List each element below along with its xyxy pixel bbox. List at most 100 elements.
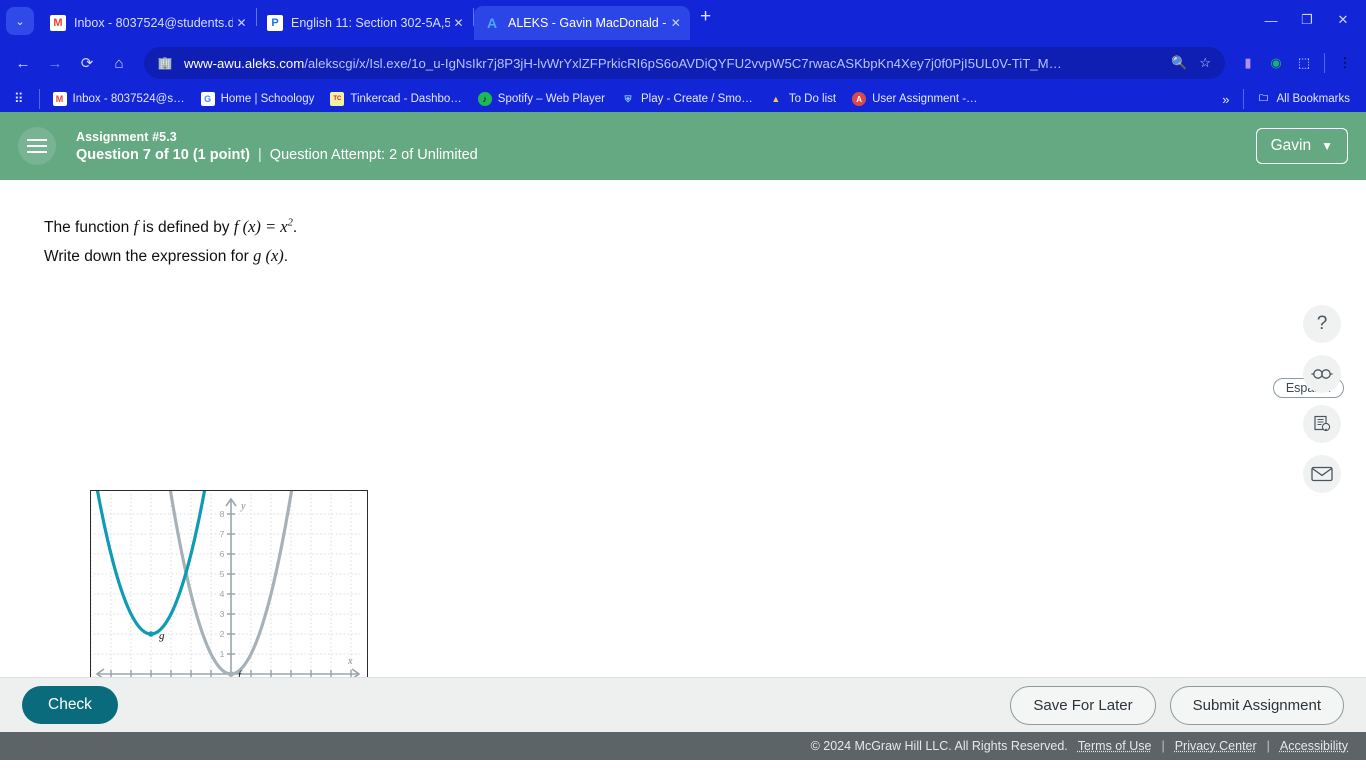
- tool-sidebar: ?: [1303, 305, 1341, 493]
- bookmark-item-5[interactable]: ▲ To Do list: [761, 88, 844, 110]
- all-bookmarks-button[interactable]: 🗀 All Bookmarks: [1249, 88, 1359, 110]
- bookmark-item-6[interactable]: A User Assignment -…: [844, 88, 985, 110]
- tab-title: Inbox - 8037524@students.d3: [74, 16, 233, 30]
- q-text-c: Write down the expression for: [44, 247, 249, 265]
- bookmark-label: To Do list: [788, 93, 837, 105]
- user-name: Gavin: [1270, 137, 1312, 154]
- browser-tab-2-active[interactable]: A ALEKS - Gavin MacDonald - As ✕: [474, 6, 690, 40]
- vertex-marker-f: [228, 671, 234, 677]
- grid-lines: [91, 494, 363, 677]
- envelope-icon-svg: [1311, 466, 1333, 482]
- question-line-1: The function f is defined by f (x) = x2.: [44, 212, 1366, 242]
- bookmark-label: Home | Schoology: [220, 93, 315, 105]
- bookmarks-overflow-icon[interactable]: »: [1214, 92, 1237, 107]
- check-button[interactable]: Check: [22, 686, 118, 724]
- address-bar[interactable]: 🏢 www-awu.aleks.com/alekscgi/x/Isl.exe/1…: [144, 47, 1225, 79]
- window-controls: — ❐ ✕: [1254, 8, 1366, 40]
- question-prompt: The function f is defined by f (x) = x2.…: [0, 180, 1366, 271]
- shield-icon: ⛨: [624, 93, 632, 104]
- privacy-center-link[interactable]: Privacy Center: [1175, 739, 1257, 753]
- bookmark-item-4[interactable]: ⛨ Play - Create / Smo…: [613, 88, 761, 110]
- save-for-later-button[interactable]: Save For Later: [1010, 685, 1156, 725]
- bookmarks-bar: ⠿ M Inbox - 8037524@s… G Home | Schoolog…: [0, 86, 1366, 112]
- chevron-down-icon: ⌄: [15, 15, 25, 28]
- bookmark-label: User Assignment -…: [872, 93, 978, 105]
- browser-toolbar: ← → ⟳ ⌂ 🏢 www-awu.aleks.com/alekscgi/x/I…: [0, 40, 1366, 86]
- minimize-icon[interactable]: —: [1254, 8, 1288, 32]
- bookmark-item-2[interactable]: TC Tinkercad - Dashbo…: [322, 88, 469, 110]
- copyright-text: © 2024 McGraw Hill LLC. All Rights Reser…: [810, 739, 1068, 753]
- close-window-icon[interactable]: ✕: [1326, 8, 1360, 32]
- glasses-review-icon[interactable]: [1303, 355, 1341, 393]
- browser-chrome: ⌄ M Inbox - 8037524@students.d3 ✕ P Engl…: [0, 0, 1366, 112]
- curve-label-g: g: [159, 630, 165, 642]
- q-text-a: The function: [44, 219, 130, 236]
- legal-footer: © 2024 McGraw Hill LLC. All Rights Reser…: [0, 732, 1366, 760]
- svg-text:8: 8: [220, 509, 225, 519]
- q-formula-text: f (x) = x: [233, 217, 288, 236]
- google-icon: G: [200, 92, 215, 106]
- mail-envelope-icon[interactable]: [1303, 455, 1341, 493]
- bookmark-label: Spotify – Web Player: [497, 93, 605, 105]
- bookmark-item-3[interactable]: ♪ Spotify – Web Player: [470, 88, 613, 110]
- submit-assignment-button[interactable]: Submit Assignment: [1169, 685, 1344, 725]
- site-info-icon[interactable]: 🏢: [156, 54, 174, 72]
- bookmark-item-1[interactable]: G Home | Schoology: [193, 88, 323, 110]
- svg-text:1: 1: [220, 649, 225, 659]
- bookmark-label: Tinkercad - Dashbo…: [350, 93, 462, 105]
- extension-outline-icon[interactable]: ⬚: [1291, 50, 1317, 76]
- curve-label-f: f: [238, 669, 243, 677]
- x-axis-label: x: [347, 656, 353, 667]
- menu-hamburger-icon[interactable]: [18, 127, 56, 165]
- progress-separator: |: [258, 146, 262, 163]
- curve-g-path: [95, 491, 207, 636]
- back-icon[interactable]: ←: [8, 48, 38, 78]
- tab-close-icon[interactable]: ✕: [668, 16, 684, 30]
- home-icon[interactable]: ⌂: [104, 48, 134, 78]
- browser-menu-icon[interactable]: ⋮: [1332, 50, 1358, 76]
- svg-text:5: 5: [220, 569, 225, 579]
- search-icon[interactable]: 🔍: [1165, 55, 1193, 71]
- toolbar-divider: [1324, 53, 1325, 73]
- terms-of-use-link[interactable]: Terms of Use: [1078, 739, 1152, 753]
- accessibility-link[interactable]: Accessibility: [1280, 739, 1348, 753]
- url-text: www-awu.aleks.com/alekscgi/x/Isl.exe/1o_…: [184, 56, 1165, 71]
- gmail-icon: M: [50, 15, 66, 31]
- x-axis-arrow-right: [351, 668, 361, 677]
- parabola-graph: -6 -5 -4 -3 -2 -1 1 2 3 4 5 6 8 7 6 5 4 …: [90, 490, 368, 677]
- legal-divider-2: |: [1266, 739, 1270, 753]
- forward-icon[interactable]: →: [40, 48, 70, 78]
- browser-tab-1[interactable]: P English 11: Section 302-5A,5B ✕: [257, 6, 473, 40]
- legal-divider-1: |: [1161, 739, 1165, 753]
- schoology-icon: P: [267, 15, 283, 31]
- apps-grid-icon[interactable]: ⠿: [8, 91, 34, 107]
- bookmark-item-0[interactable]: M Inbox - 8037524@s…: [45, 88, 193, 110]
- svg-text:7: 7: [220, 529, 225, 539]
- reload-icon[interactable]: ⟳: [72, 48, 102, 78]
- browser-tab-0[interactable]: M Inbox - 8037524@students.d3 ✕: [40, 6, 256, 40]
- q-period-2: .: [283, 247, 289, 265]
- tab-title: English 11: Section 302-5A,5B: [291, 16, 451, 30]
- question-counter: Question 7 of 10 (1 point): [76, 146, 251, 163]
- explanation-document-icon[interactable]: [1303, 405, 1341, 443]
- help-question-icon[interactable]: ?: [1303, 305, 1341, 343]
- extension-purple-icon[interactable]: ▮: [1235, 50, 1261, 76]
- grammarly-icon[interactable]: ◉: [1263, 50, 1289, 76]
- star-icon[interactable]: ☆: [1193, 55, 1217, 71]
- maximize-icon[interactable]: ❐: [1290, 8, 1324, 32]
- tab-title: ALEKS - Gavin MacDonald - As: [508, 16, 668, 30]
- aleks-icon: A: [852, 92, 867, 106]
- question-line-2: Write down the expression for g (x).: [44, 242, 1366, 271]
- assignment-title: Assignment #5.3: [76, 129, 177, 144]
- tab-close-icon[interactable]: ✕: [233, 16, 250, 30]
- url-domain: www-awu.aleks.com: [184, 55, 305, 71]
- user-menu-button[interactable]: Gavin ▼: [1255, 128, 1348, 164]
- graph-svg: -6 -5 -4 -3 -2 -1 1 2 3 4 5 6 8 7 6 5 4 …: [91, 491, 363, 677]
- attempt-counter: Question Attempt: 2 of Unlimited: [269, 146, 478, 163]
- tab-close-icon[interactable]: ✕: [450, 16, 467, 30]
- tab-search-button[interactable]: ⌄: [6, 7, 34, 35]
- glasses-icon-svg: [1311, 369, 1333, 379]
- question-progress: Question 7 of 10 (1 point) | Question At…: [76, 147, 478, 163]
- new-tab-button[interactable]: +: [690, 6, 721, 34]
- bookmarks-divider-2: [1242, 89, 1244, 109]
